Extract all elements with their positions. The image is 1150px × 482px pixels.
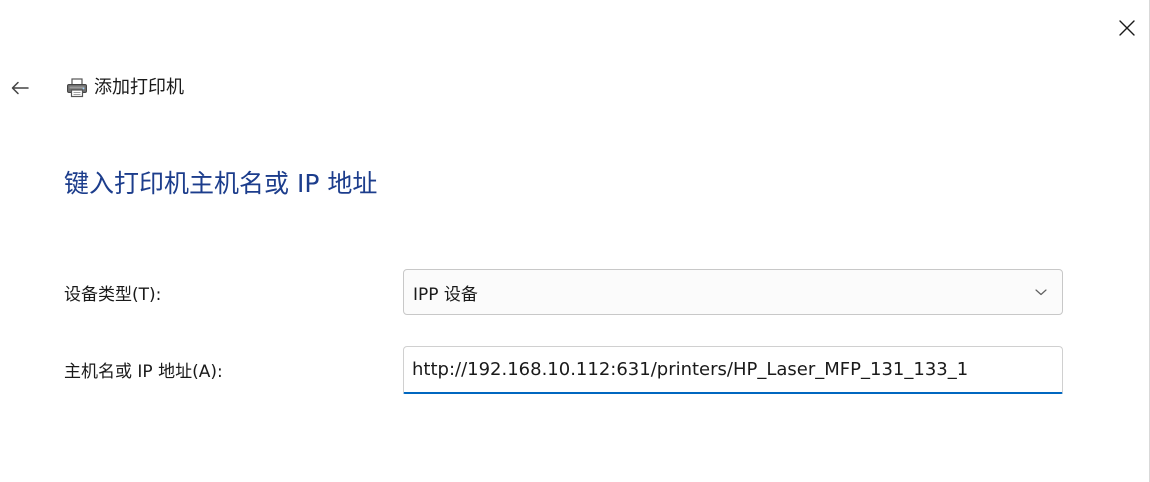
printer-icon [64,77,90,99]
device-type-selected-value: IPP 设备 [413,284,478,305]
close-button[interactable] [1109,10,1145,46]
add-printer-dialog: 添加打印机 键入打印机主机名或 IP 地址 设备类型(T): IPP 设备 主机… [0,0,1150,482]
device-type-label: 设备类型(T): [64,285,162,305]
page-heading: 键入打印机主机名或 IP 地址 [64,169,378,198]
device-type-select[interactable]: IPP 设备 [403,269,1063,315]
window-title: 添加打印机 [94,77,184,98]
navigation-bar: 添加打印机 [6,72,184,104]
host-address-label: 主机名或 IP 地址(A): [64,362,223,382]
close-icon [1119,20,1135,36]
back-arrow-icon [11,81,29,95]
back-button[interactable] [6,74,34,102]
host-address-input[interactable] [403,346,1063,394]
chevron-down-icon [1033,284,1049,300]
